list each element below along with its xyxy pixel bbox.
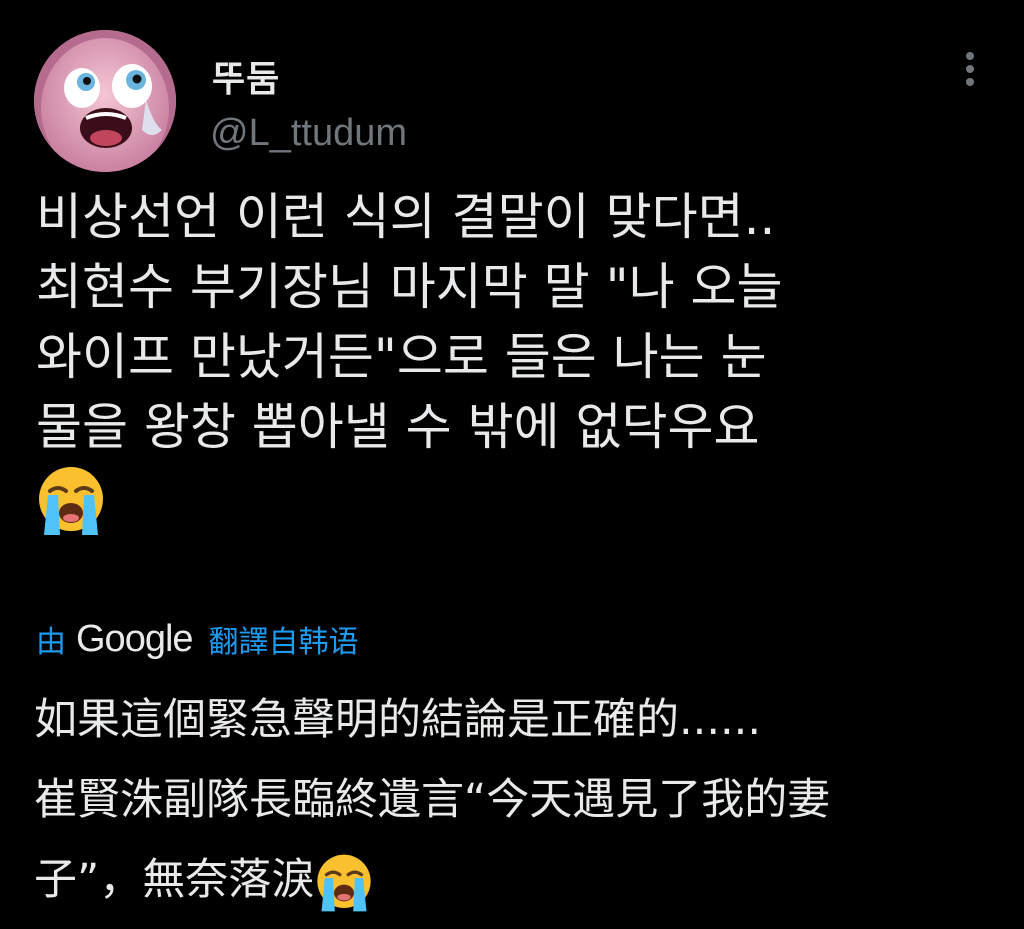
tweet-line: 와이프 만났거든"으로 들은 나는 눈 xyxy=(36,328,767,386)
user-handle[interactable]: @L_ttudum xyxy=(210,112,407,155)
more-options-icon[interactable] xyxy=(958,52,982,96)
translation-line: 崔賢洙副隊長臨終遺言“今天遇見了我的妻 xyxy=(34,775,831,825)
translated-text: 如果這個緊急聲明的結論是正確的...... 崔賢洙副隊長臨終遺言“今天遇見了我的… xyxy=(34,680,1004,920)
translation-prefix: 由 xyxy=(36,625,66,660)
google-logo: Google xyxy=(76,617,194,660)
translated-from-link[interactable]: 翻譯自韩语 xyxy=(209,617,359,661)
avatar-icon xyxy=(34,30,176,172)
translation-attribution: 由 Google 翻譯自韩语 xyxy=(36,614,359,664)
loudly-crying-face-icon xyxy=(36,465,106,537)
tweet-text: 비상선언 이런 식의 결말이 맞다면.. 최현수 부기장님 마지막 말 "나 오… xyxy=(36,182,996,546)
tweet-line: 최현수 부기장님 마지막 말 "나 오늘 xyxy=(36,258,783,316)
avatar[interactable] xyxy=(34,30,176,172)
translation-line: 如果這個緊急聲明的結論是正確的...... xyxy=(34,695,762,745)
tweet-line: 물을 왕창 뽑아낼 수 밖에 없닥우요 xyxy=(36,398,760,456)
loudly-crying-face-icon xyxy=(314,853,374,913)
tweet-line: 비상선언 이런 식의 결말이 맞다면.. xyxy=(36,188,776,246)
display-name[interactable]: 뚜둠 xyxy=(212,50,280,102)
translation-line: 子”，無奈落淚 xyxy=(34,855,315,905)
